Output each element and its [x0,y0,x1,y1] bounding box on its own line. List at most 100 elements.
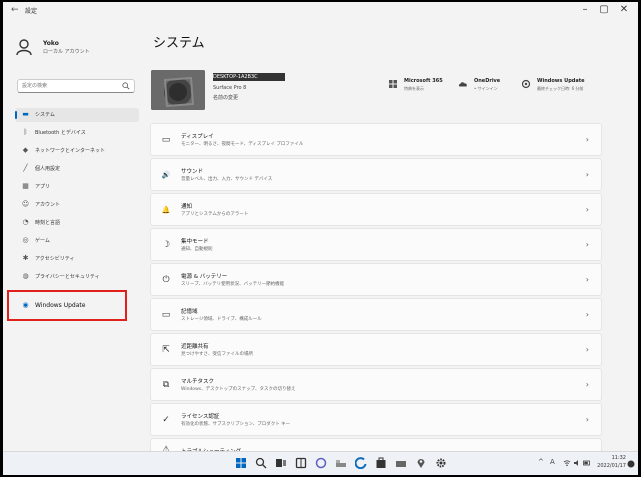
device-image [151,70,205,110]
card-title: サウンド [181,169,204,175]
power-icon: ⏻ [162,275,170,285]
card-display[interactable]: ▭ ディスプレイ モニター、明るさ、夜間モード、ディスプレイ プロファイル › [150,123,602,156]
card-multitasking[interactable]: ⧉ マルチタスク Windows、デスクトップのスナップ、タスクの切り替え › [150,368,602,401]
maps-icon[interactable] [415,457,427,469]
sidebar-item-bluetooth[interactable]: ᛒ Bluetooth とデバイス [15,126,139,140]
card-title: ディスプレイ [181,134,214,140]
clock-date[interactable]: 2022/01/17 [597,463,626,469]
maximize-button[interactable]: ▢ [595,4,613,15]
device-name: DESKTOP-1A2B3C [213,73,285,81]
system-icon: ▬ [22,110,29,118]
activation-icon: ✓ [162,415,170,425]
ime-indicator[interactable]: A [550,458,555,466]
chevron-right-icon: › [585,275,589,284]
refresh-icon [521,79,531,89]
sidebar-item-label: アカウント [35,202,61,208]
chevron-right-icon: › [585,240,589,249]
file-explorer-icon[interactable] [335,457,347,469]
sidebar-item-label: システム [35,112,55,118]
quick-link-title: Windows Update [537,78,585,84]
clock-time[interactable]: 11:32 [612,455,626,461]
chat-icon[interactable] [315,457,327,469]
card-subtitle: モニター、明るさ、夜間モード、ディスプレイ プロファイル [181,142,304,147]
card-activation[interactable]: ✓ ライセンス認証 有効化の状態、サブスクリプション、プロダクト キー › [150,403,602,436]
search-box[interactable] [17,79,135,93]
card-title: 近距離共有 [181,344,209,350]
taskbar: ^ A 11:32 2022/01/17 [3,451,638,475]
sidebar-item-label: プライバシーとセキュリティ [35,274,100,280]
sidebar-item-gaming[interactable]: ◎ ゲーム [15,234,139,248]
quick-link-title: Microsoft 365 [404,78,443,84]
sidebar-item-label: アクセシビリティ [35,256,75,262]
search-icon[interactable] [255,457,267,469]
wifi-icon[interactable] [563,459,571,467]
sidebar-item-apps[interactable]: ▦ アプリ [15,180,139,194]
tray-chevron-icon[interactable]: ^ [538,458,544,466]
device-model: Surface Pro 8 [213,85,247,91]
card-nearby-sharing[interactable]: ⇱ 近距離共有 見つけやすさ、受信ファイルの場所 › [150,333,602,366]
close-button[interactable]: ✕ [615,4,633,15]
sidebar-item-accessibility[interactable]: ✱ アクセシビリティ [15,252,139,266]
quick-link-sub: 最終チェック日時: 6 分前 [537,86,584,91]
quick-link-title: OneDrive [474,78,501,84]
card-subtitle: 見つけやすさ、受信ファイルの場所 [181,352,253,357]
sidebar-item-time-language[interactable]: ◔ 時刻と言語 [15,216,139,230]
sidebar-item-label: ゲーム [35,238,50,244]
card-title: 通知 [181,204,193,210]
sidebar-item-label: Bluetooth とデバイス [35,130,86,136]
card-sound[interactable]: 🔊 サウンド 音量レベル、出力、入力、サウンド デバイス › [150,158,602,191]
apps-icon: ▦ [22,182,29,190]
gaming-icon: ◎ [22,236,29,244]
card-title: 電源 & バッテリー [181,274,228,280]
card-subtitle: アプリとシステムからのアラート [181,212,249,217]
accessibility-icon: ✱ [22,254,29,262]
sidebar-item-network[interactable]: ◆ ネットワークとインターネット [15,144,139,158]
search-icon[interactable] [122,82,130,90]
start-icon[interactable] [235,457,247,469]
card-notifications[interactable]: 🔔 通知 アプリとシステムからのアラート › [150,193,602,226]
battery-icon[interactable] [583,459,591,467]
volume-icon[interactable] [573,459,581,467]
task-view-icon[interactable] [275,457,287,469]
card-subtitle: 有効化の状態、サブスクリプション、プロダクト キー [181,422,291,427]
card-power[interactable]: ⏻ 電源 & バッテリー スリープ、バッテリ使用状況、バッテリー節約機能 › [150,263,602,296]
minimize-button[interactable]: – [576,4,594,15]
microsoft365-icon [389,80,397,88]
focus-icon: ☽ [161,240,171,250]
store-icon[interactable] [375,457,387,469]
sidebar-item-personalization[interactable]: ╱ 個人用設定 [15,162,139,176]
chevron-right-icon: › [585,135,589,144]
sidebar-item-system[interactable]: ▬ システム [15,108,139,122]
sidebar-item-label: ネットワークとインターネット [35,148,106,154]
sidebar-item-label: アプリ [35,184,51,190]
card-title: マルチタスク [181,379,215,385]
sidebar-item-privacy[interactable]: ◍ プライバシーとセキュリティ [15,270,139,284]
search-input[interactable] [22,81,118,91]
privacy-icon: ◍ [22,272,29,280]
personalization-icon: ╱ [23,164,28,172]
nearby-sharing-icon: ⇱ [162,345,170,355]
rename-link[interactable]: 名前の変更 [213,94,238,101]
storage-icon: ▭ [161,310,171,320]
card-subtitle: 音量レベル、出力、入力、サウンド デバイス [181,177,273,182]
chevron-right-icon: › [585,380,589,389]
sound-icon: 🔊 [161,171,171,179]
avatar-icon[interactable] [15,38,33,56]
card-title: 記憶域 [181,309,198,315]
mail-icon[interactable] [395,457,407,469]
sidebar: Yoko ローカル アカウント ▬ システム ᛒ Bluetooth とデバイス… [3,22,143,452]
edge-icon[interactable] [355,457,367,469]
chevron-right-icon: › [585,205,589,214]
window-title: 設定 [25,8,38,15]
back-arrow-icon[interactable]: ← [11,5,19,15]
settings-gear-icon[interactable] [435,457,447,469]
sidebar-item-accounts[interactable]: ☺ アカウント [15,198,139,212]
sidebar-item-label: 個人用設定 [35,166,61,172]
title-bar: ← 設定 – ▢ ✕ [3,2,638,22]
widgets-icon[interactable] [295,457,307,469]
card-storage[interactable]: ▭ 記憶域 ストレージ領域、ドライブ、構成ルール › [150,298,602,331]
notification-badge-icon[interactable] [627,460,635,468]
account-type: ローカル アカウント [43,49,90,55]
card-subtitle: ストレージ領域、ドライブ、構成ルール [181,317,262,322]
card-focus[interactable]: ☽ 集中モード 通知、自動規則 › [150,228,602,261]
